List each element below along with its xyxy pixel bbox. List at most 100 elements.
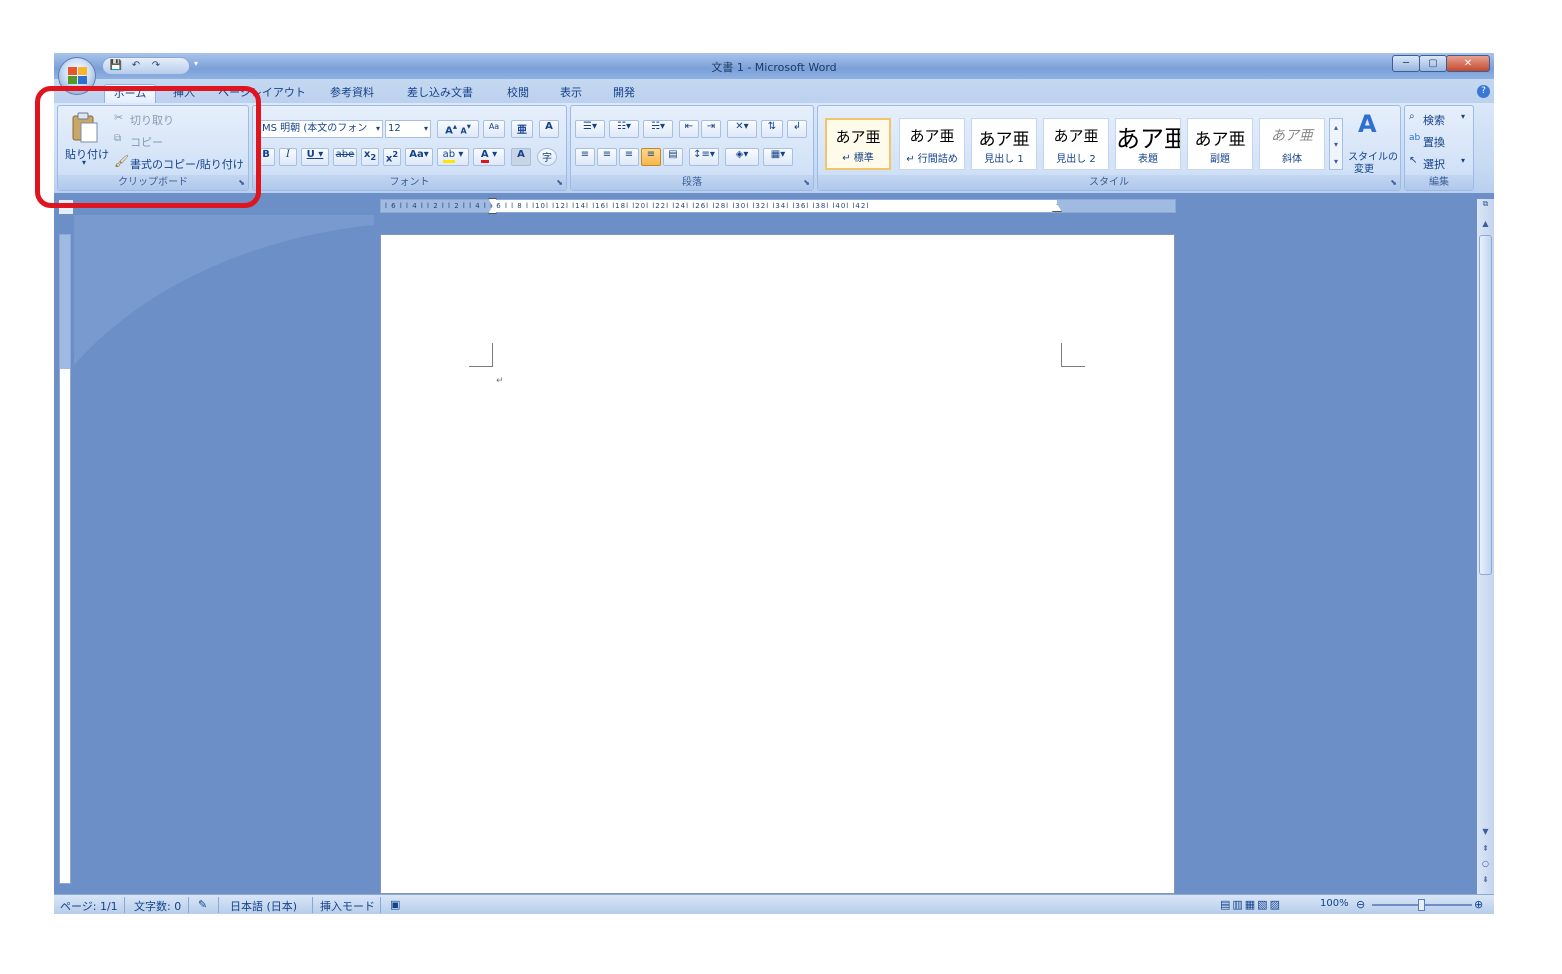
enclose-char-button[interactable]: 字 <box>537 148 557 166</box>
zoom-level[interactable]: 100% <box>1320 898 1349 909</box>
style-label: 見出し 2 <box>1056 154 1096 165</box>
bullets-button[interactable]: ☰▾ <box>575 120 605 138</box>
borders-button[interactable]: ▦▾ <box>763 148 793 166</box>
style-normal[interactable]: あア亜 ↵ 標準 <box>825 118 891 170</box>
sort-button[interactable]: ⇅ <box>761 120 783 138</box>
word-count[interactable]: 文字数: 0 <box>134 898 181 914</box>
replace-label: 置換 <box>1423 136 1445 149</box>
help-icon[interactable]: ? <box>1477 85 1490 98</box>
macro-record-icon[interactable]: ▣ <box>390 898 400 911</box>
proofing-icon[interactable]: ✎ <box>198 898 207 911</box>
view-ruler-icon[interactable]: ⧉ <box>1477 199 1494 209</box>
zoom-slider-thumb[interactable] <box>1418 899 1425 911</box>
char-shading-button[interactable]: A <box>511 148 531 166</box>
clear-format-button[interactable]: Aa <box>483 120 505 138</box>
style-title[interactable]: あア亜 表題 <box>1115 118 1181 170</box>
page-count[interactable]: ページ: 1/1 <box>60 898 118 914</box>
style-heading-1[interactable]: あア亜 見出し 1 <box>971 118 1037 170</box>
close-button[interactable]: ✕ <box>1446 55 1490 72</box>
strikethrough-button[interactable]: abe <box>333 148 357 166</box>
multilevel-list-button[interactable]: ☵▾ <box>643 120 673 138</box>
style-emphasis[interactable]: あア亜 斜体 <box>1259 118 1325 170</box>
tab-references[interactable]: 参考資料 <box>324 84 380 103</box>
document-page[interactable]: ↵ <box>380 234 1175 894</box>
ribbon: 貼り付け ▾ ✂ 切り取り ⧉ コピー 🖌 書式のコピー/貼り付け クリップボー… <box>54 103 1494 193</box>
tab-view[interactable]: 表示 <box>551 84 591 103</box>
tab-review[interactable]: 校閲 <box>498 84 538 103</box>
font-grow-shrink-buttons[interactable]: A▴ A▾ <box>437 120 479 138</box>
view-buttons[interactable]: ▤▥▦▧▨ <box>1220 898 1282 911</box>
strikethrough-icon: abe <box>335 149 355 160</box>
underline-icon: U <box>306 149 315 160</box>
numbering-icon: ☷▾ <box>617 121 631 132</box>
select-button[interactable]: ↖ 選択 ▾ <box>1409 154 1471 171</box>
tab-mailings[interactable]: 差し込み文書 <box>400 84 480 103</box>
editing-group-label: 編集 <box>1405 175 1473 190</box>
scroll-down-icon[interactable]: ▼ <box>1477 827 1494 836</box>
vertical-scrollbar[interactable]: ⧉ ▲ ▼ ⇞ ○ ⇟ <box>1477 199 1494 894</box>
justify-button[interactable]: ≡ <box>641 148 661 166</box>
char-border-button[interactable]: A <box>539 120 559 138</box>
increase-indent-button[interactable]: ⇥ <box>701 120 721 138</box>
line-spacing-button[interactable]: ↕≡▾ <box>689 148 719 166</box>
styles-gallery-scroll[interactable]: ▴ ▾ ▾ <box>1329 118 1343 170</box>
change-styles-button[interactable]: A スタイルの 変更 <box>1346 110 1398 175</box>
font-color-button[interactable]: A ▾ <box>473 148 505 166</box>
insert-mode-indicator[interactable]: 挿入モード <box>320 898 375 914</box>
next-page-icon[interactable]: ⇟ <box>1477 875 1494 884</box>
zoom-slider[interactable] <box>1372 899 1472 911</box>
paragraph-mark: ↵ <box>496 376 504 386</box>
align-center-button[interactable]: ≡ <box>597 148 617 166</box>
grow-font-icon: A <box>445 125 453 137</box>
clipboard-highlight-box <box>35 86 261 208</box>
paragraph-group-title: 段落 <box>682 177 702 188</box>
crop-mark-left <box>469 343 493 367</box>
font-name-value: MS 明朝 (本文のフォン <box>262 123 368 134</box>
asian-layout-button[interactable]: ✕▾ <box>727 120 757 138</box>
decrease-indent-icon: ⇤ <box>684 121 694 132</box>
tab-developer[interactable]: 開発 <box>604 84 644 103</box>
phonetic-guide-button[interactable]: 亜 <box>511 120 533 138</box>
align-right-icon: ≡ <box>624 149 634 160</box>
horizontal-ruler[interactable]: l 6 l l 4 l l 2 l l 2 l l 4 l l 6 l l 8 … <box>380 198 1176 214</box>
font-launcher-icon[interactable]: ⬊ <box>556 178 563 187</box>
maximize-button[interactable]: ▢ <box>1419 55 1447 72</box>
font-name-combo[interactable]: MS 明朝 (本文のフォン ▾ <box>259 120 383 138</box>
minimize-button[interactable]: ─ <box>1392 55 1420 72</box>
vertical-ruler[interactable] <box>59 234 71 884</box>
browse-object-icon[interactable]: ○ <box>1477 859 1494 868</box>
change-case-button[interactable]: Aa▾ <box>405 148 433 166</box>
zoom-in-icon[interactable]: ⊕ <box>1474 898 1483 911</box>
shading-button[interactable]: ◈▾ <box>725 148 759 166</box>
zoom-out-icon[interactable]: ⊖ <box>1356 898 1365 911</box>
decrease-indent-button[interactable]: ⇤ <box>679 120 699 138</box>
numbering-button[interactable]: ☷▾ <box>609 120 639 138</box>
italic-button[interactable]: I <box>279 148 297 166</box>
highlight-button[interactable]: ab ▾ <box>437 148 469 166</box>
show-marks-button[interactable]: ↲ <box>787 120 807 138</box>
subscript-button[interactable]: x2 <box>361 148 379 166</box>
sort-icon: ⇅ <box>767 121 777 132</box>
replace-button[interactable]: ab 置換 <box>1409 132 1471 149</box>
align-left-button[interactable]: ≡ <box>575 148 595 166</box>
styles-launcher-icon[interactable]: ⬊ <box>1390 178 1397 187</box>
scroll-thumb[interactable] <box>1479 235 1492 575</box>
style-heading-2[interactable]: あア亜見出し 2 <box>1043 118 1109 170</box>
previous-page-icon[interactable]: ⇞ <box>1477 844 1494 853</box>
distributed-button[interactable]: ▤ <box>663 148 683 166</box>
style-preview: あア亜 <box>1053 127 1099 145</box>
style-label: 斜体 <box>1282 154 1302 165</box>
scroll-up-icon[interactable]: ▲ <box>1477 219 1494 228</box>
style-subtitle[interactable]: あア亜 副題 <box>1187 118 1253 170</box>
paragraph-launcher-icon[interactable]: ⬊ <box>803 178 810 187</box>
find-button[interactable]: ⌕ 検索 ▾ <box>1409 110 1471 127</box>
font-size-combo[interactable]: 12 ▾ <box>385 120 431 138</box>
style-no-spacing[interactable]: あア亜 ↵ 行間詰め <box>899 118 965 170</box>
superscript-button[interactable]: x2 <box>383 148 401 166</box>
status-divider <box>188 897 189 913</box>
underline-button[interactable]: U ▾ <box>301 148 329 166</box>
font-size-dropdown-icon: ▾ <box>423 124 428 133</box>
language-indicator[interactable]: 日本語 (日本) <box>230 898 297 914</box>
align-right-button[interactable]: ≡ <box>619 148 639 166</box>
select-label: 選択 <box>1423 158 1445 171</box>
